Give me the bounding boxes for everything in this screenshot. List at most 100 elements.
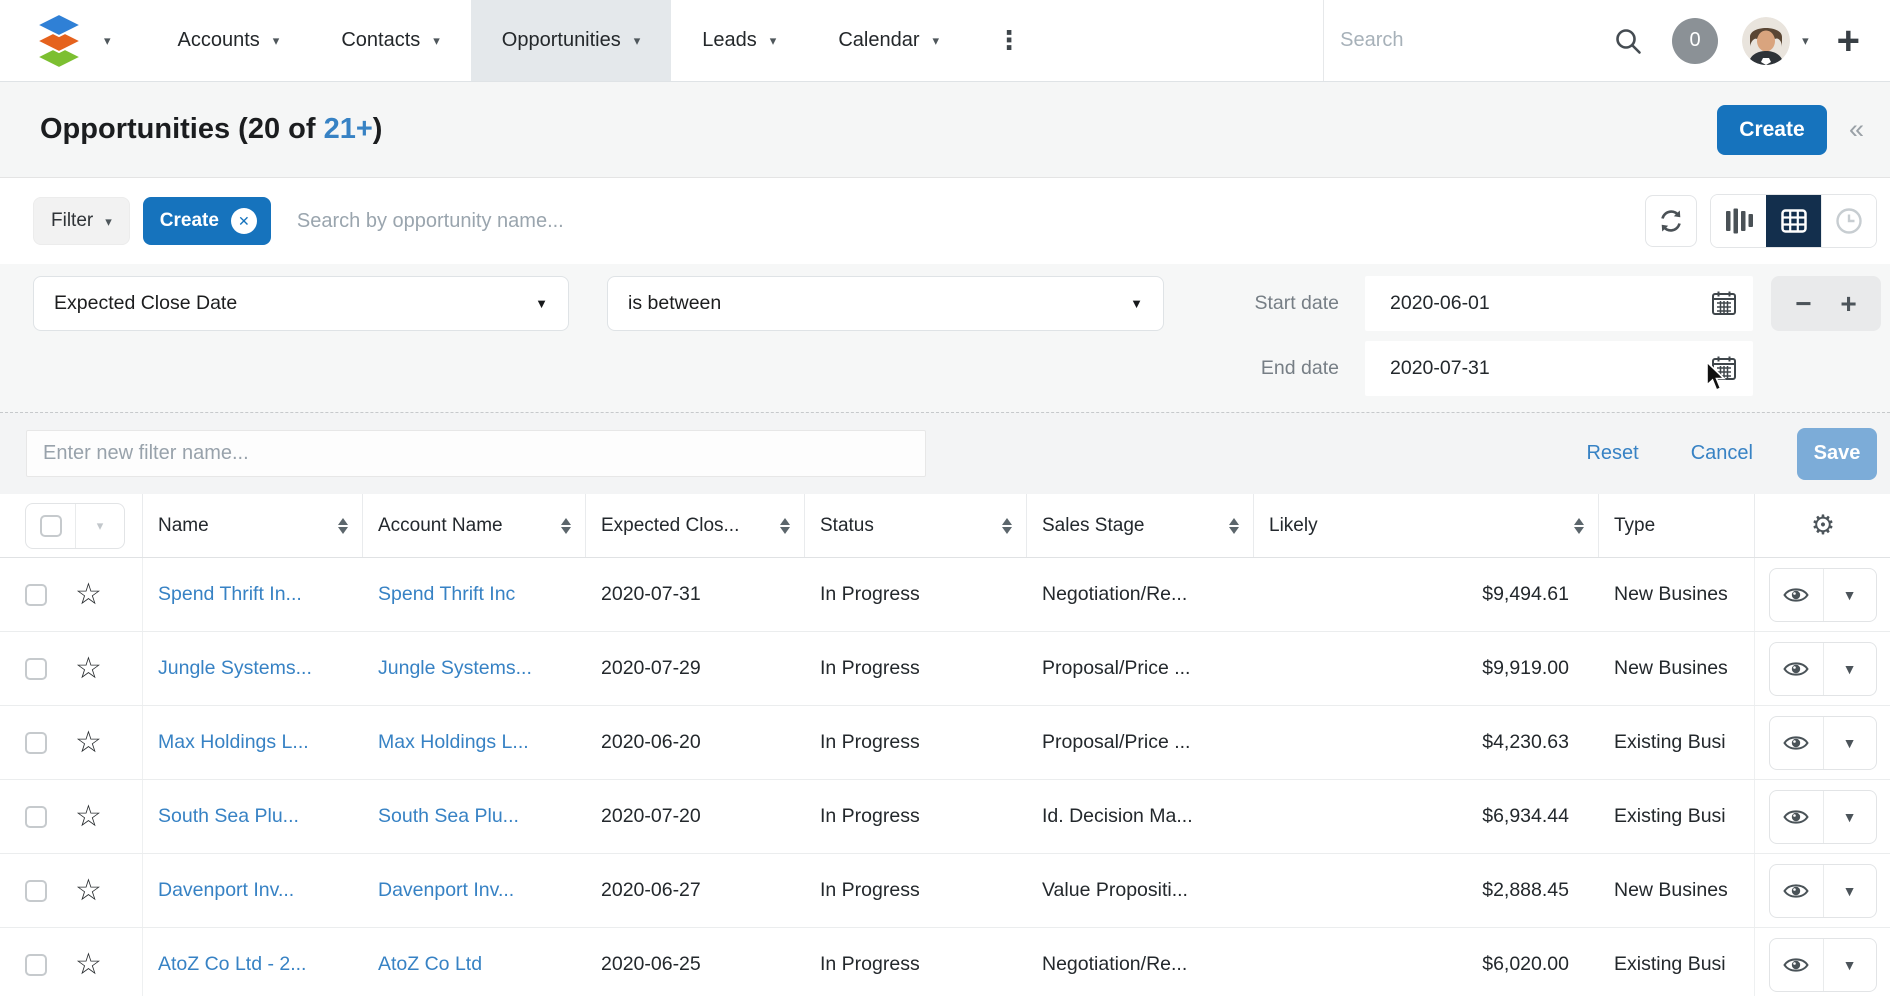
preview-eye-button[interactable] <box>1770 643 1823 695</box>
remove-criteria-button[interactable]: − <box>1781 290 1826 318</box>
row-actions-caret[interactable]: ▼ <box>1823 939 1876 991</box>
expected-close-date: 2020-07-31 <box>586 558 805 631</box>
filter-operator-select[interactable]: is between ▼ <box>607 276 1164 331</box>
row-actions-caret[interactable]: ▼ <box>1823 643 1876 695</box>
preview-eye-button[interactable] <box>1770 939 1823 991</box>
caret-down-icon: ▼ <box>535 296 548 311</box>
nav-item-opportunities[interactable]: Opportunities▾ <box>471 0 672 81</box>
opportunity-name-link[interactable]: Jungle Systems... <box>158 657 312 680</box>
opportunity-name-link[interactable]: Max Holdings L... <box>158 731 309 754</box>
calendar-icon[interactable] <box>1711 355 1737 386</box>
sort-icon[interactable] <box>1002 518 1012 534</box>
refresh-button[interactable] <box>1645 195 1697 247</box>
column-view-button[interactable] <box>1711 195 1766 247</box>
select-all-checkbox[interactable] <box>26 504 75 548</box>
column-header-likely[interactable]: Likely <box>1254 494 1599 557</box>
add-criteria-button[interactable]: + <box>1826 290 1871 318</box>
filter-field-select[interactable]: Expected Close Date ▼ <box>33 276 569 331</box>
sort-icon[interactable] <box>780 518 790 534</box>
column-header-account[interactable]: Account Name <box>363 494 586 557</box>
account-name-link[interactable]: Davenport Inv... <box>378 879 514 902</box>
table-header: ▾ NameAccount NameExpected Clos...Status… <box>0 494 1890 558</box>
row-checkbox[interactable] <box>25 806 47 828</box>
row-checkbox[interactable] <box>25 880 47 902</box>
chevron-down-icon: ▾ <box>933 34 940 47</box>
nav-item-leads[interactable]: Leads▾ <box>671 0 807 81</box>
row-actions-caret[interactable]: ▼ <box>1823 791 1876 843</box>
nav-item-contacts[interactable]: Contacts▾ <box>310 0 470 81</box>
filter-name-input[interactable] <box>26 430 926 477</box>
sort-icon[interactable] <box>1574 518 1584 534</box>
favorite-star-icon[interactable]: ☆ <box>75 728 102 758</box>
row-checkbox[interactable] <box>25 658 47 680</box>
account-name-link[interactable]: Max Holdings L... <box>378 731 529 754</box>
row-checkbox[interactable] <box>25 584 47 606</box>
favorite-star-icon[interactable]: ☆ <box>75 580 102 610</box>
select-menu-caret-icon[interactable]: ▾ <box>75 504 124 548</box>
preview-eye-button[interactable] <box>1770 569 1823 621</box>
record-count-link[interactable]: 21+ <box>324 113 373 145</box>
account-name-link[interactable]: South Sea Plu... <box>378 805 519 828</box>
row-checkbox[interactable] <box>25 732 47 754</box>
favorite-star-icon[interactable]: ☆ <box>75 950 102 980</box>
gear-icon[interactable]: ⚙ <box>1811 510 1835 541</box>
preview-eye-button[interactable] <box>1770 717 1823 769</box>
list-view-button[interactable] <box>1766 195 1821 247</box>
column-settings: ⚙ <box>1755 494 1890 557</box>
preview-eye-button[interactable] <box>1770 865 1823 917</box>
save-button[interactable]: Save <box>1797 428 1877 480</box>
expected-close-date: 2020-07-29 <box>586 632 805 705</box>
quick-create-plus-button[interactable]: + <box>1837 25 1860 57</box>
start-date-cluster: Start date − + <box>1217 276 1881 331</box>
close-icon[interactable]: ✕ <box>231 208 257 234</box>
account-name-link[interactable]: Spend Thrift Inc <box>378 583 515 606</box>
opportunity-name-cell: Spend Thrift In... <box>143 558 363 631</box>
nav-item-label: Contacts <box>341 29 420 52</box>
reset-button[interactable]: Reset <box>1586 442 1638 465</box>
notification-badge[interactable]: 0 <box>1672 18 1718 64</box>
start-date-input[interactable] <box>1365 276 1753 331</box>
column-header-status[interactable]: Status <box>805 494 1027 557</box>
row-actions-caret[interactable]: ▼ <box>1823 717 1876 769</box>
search-icon[interactable] <box>1614 27 1642 55</box>
more-modules-kebab-icon[interactable]: ⋮ <box>996 25 1022 56</box>
list-search-input[interactable] <box>271 210 1645 233</box>
favorite-star-icon[interactable]: ☆ <box>75 876 102 906</box>
preview-eye-button[interactable] <box>1770 791 1823 843</box>
favorite-star-icon[interactable]: ☆ <box>75 802 102 832</box>
collapse-panel-icon[interactable]: « <box>1849 114 1864 145</box>
opportunity-name-link[interactable]: AtoZ Co Ltd - 2... <box>158 953 306 976</box>
filter-dropdown-button[interactable]: Filter ▾ <box>33 197 130 245</box>
row-checkbox[interactable] <box>25 954 47 976</box>
activity-timeline-button[interactable] <box>1821 195 1876 247</box>
user-menu[interactable]: ▾ <box>1742 17 1809 65</box>
sort-icon[interactable] <box>561 518 571 534</box>
table-row: ☆ South Sea Plu... South Sea Plu... 2020… <box>0 780 1890 854</box>
record-count-prefix: (20 of <box>230 113 323 145</box>
opportunity-name-link[interactable]: South Sea Plu... <box>158 805 299 828</box>
row-actions-caret[interactable]: ▼ <box>1823 865 1876 917</box>
status: In Progress <box>805 706 1027 779</box>
calendar-icon[interactable] <box>1711 290 1737 321</box>
column-header-name[interactable]: Name <box>143 494 363 557</box>
nav-item-label: Leads <box>702 29 757 52</box>
app-logo[interactable]: ▾ <box>30 14 111 68</box>
sort-icon[interactable] <box>338 518 348 534</box>
column-header-close_date[interactable]: Expected Clos... <box>586 494 805 557</box>
account-name-link[interactable]: Jungle Systems... <box>378 657 532 680</box>
opportunity-name-link[interactable]: Spend Thrift In... <box>158 583 302 606</box>
favorite-star-icon[interactable]: ☆ <box>75 654 102 684</box>
column-header-type[interactable]: Type <box>1599 494 1755 557</box>
nav-item-calendar[interactable]: Calendar▾ <box>807 0 970 81</box>
cancel-button[interactable]: Cancel <box>1691 442 1753 465</box>
nav-item-accounts[interactable]: Accounts▾ <box>147 0 311 81</box>
column-header-sales_stage[interactable]: Sales Stage <box>1027 494 1254 557</box>
row-actions-caret[interactable]: ▼ <box>1823 569 1876 621</box>
global-search-input[interactable] <box>1324 29 1614 52</box>
filter-chip-create[interactable]: Create ✕ <box>143 197 271 245</box>
account-name-link[interactable]: AtoZ Co Ltd <box>378 953 482 976</box>
opportunity-name-link[interactable]: Davenport Inv... <box>158 879 294 902</box>
sort-icon[interactable] <box>1229 518 1239 534</box>
create-button[interactable]: Create <box>1717 105 1827 155</box>
end-date-input[interactable] <box>1365 341 1753 396</box>
